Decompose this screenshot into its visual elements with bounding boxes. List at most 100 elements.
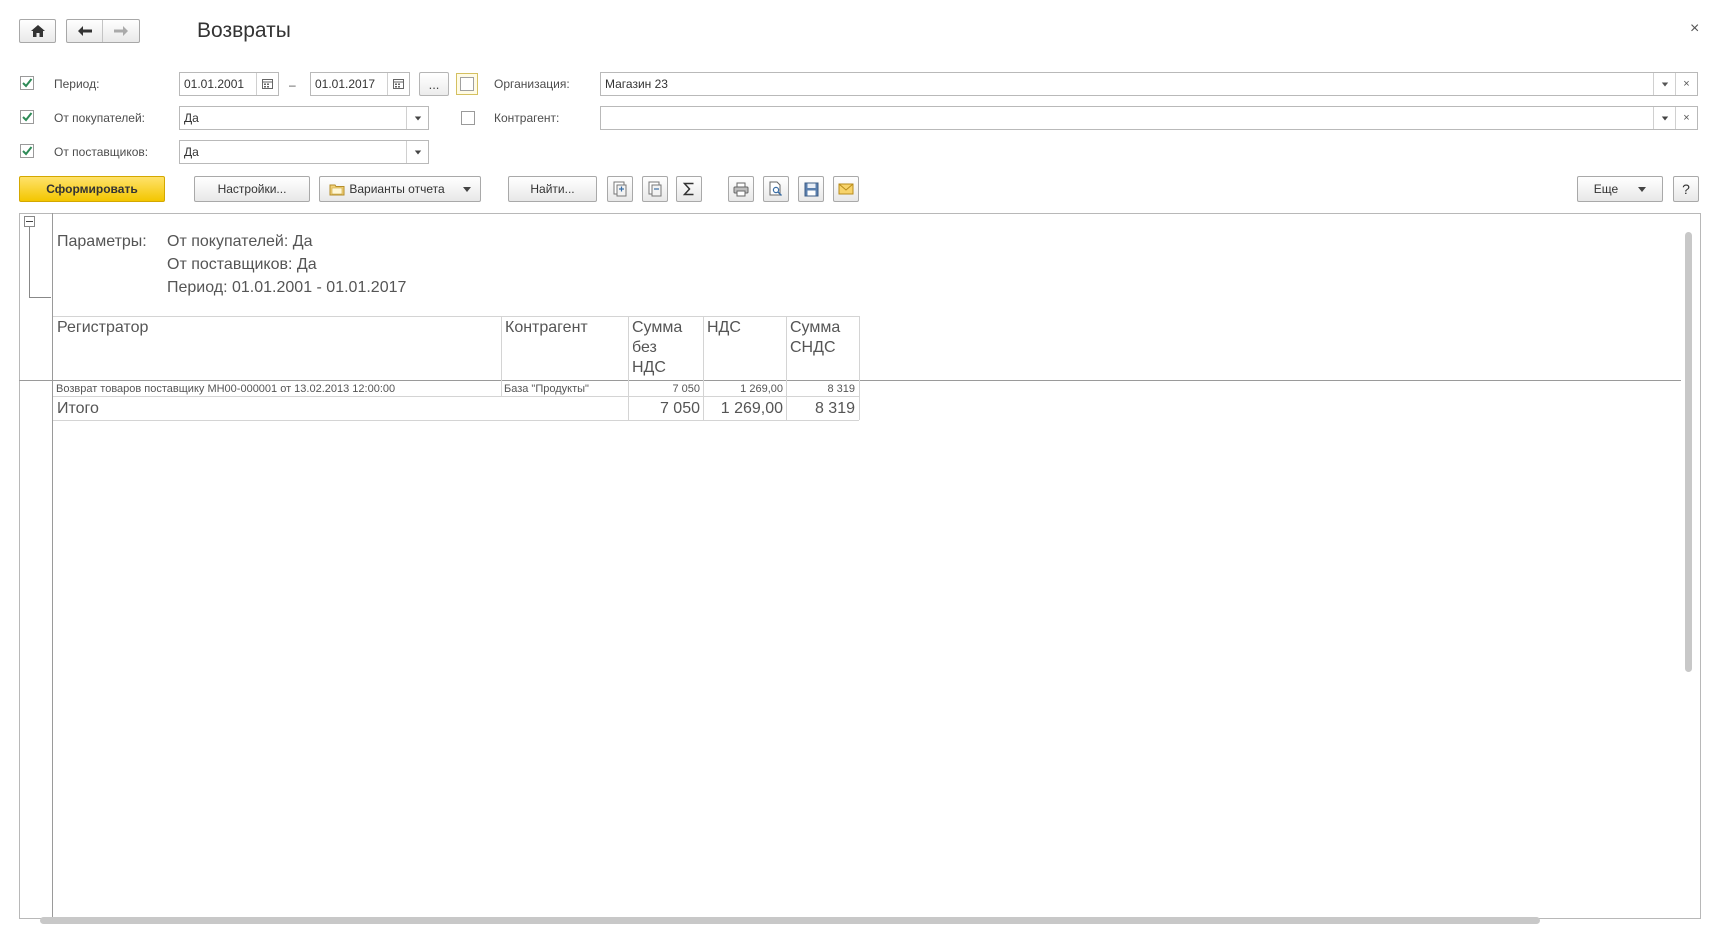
- params-label: Параметры:: [57, 233, 147, 250]
- help-button[interactable]: ?: [1673, 176, 1699, 202]
- horizontal-scrollbar[interactable]: [40, 917, 1540, 924]
- group-bracket: [29, 227, 51, 298]
- header-line: без: [632, 339, 657, 356]
- vertical-scrollbar[interactable]: [1685, 232, 1692, 672]
- from-buyers-checkbox[interactable]: [20, 110, 34, 124]
- column-header-sum-no-vat: Сумма без НДС: [632, 318, 682, 378]
- report-variants-label: Варианты отчета: [349, 182, 445, 196]
- report-area[interactable]: [19, 213, 1701, 919]
- expand-groups-button[interactable]: [607, 176, 633, 202]
- from-buyers-select[interactable]: Да: [179, 106, 429, 130]
- from-suppliers-label: От поставщиков:: [54, 145, 149, 159]
- send-email-button[interactable]: [833, 176, 859, 202]
- folder-icon: [329, 184, 345, 195]
- nav-buttons: [66, 19, 140, 43]
- dropdown-arrow-icon[interactable]: [406, 107, 428, 129]
- header-line: Сумма: [790, 319, 841, 336]
- settings-button[interactable]: Настройки...: [194, 176, 310, 202]
- back-button[interactable]: [67, 20, 104, 42]
- col-divider: [786, 316, 787, 420]
- column-header-vat: НДС: [707, 319, 741, 336]
- clear-icon[interactable]: ×: [1675, 73, 1697, 95]
- row-gutter: [52, 213, 53, 919]
- preview-icon: [769, 181, 782, 196]
- arrow-right-icon: [114, 26, 128, 36]
- generate-button[interactable]: Сформировать: [19, 176, 165, 202]
- more-label: Еще: [1593, 182, 1619, 196]
- total-label: Итого: [57, 400, 99, 417]
- envelope-icon: [838, 183, 854, 195]
- period-select-button[interactable]: ...: [419, 72, 449, 96]
- table-header-border: [19, 380, 1681, 381]
- col-divider: [703, 316, 704, 420]
- organization-value: Магазин 23: [605, 77, 668, 91]
- table-bottom-border: [53, 420, 859, 421]
- header-line: Сумма: [632, 319, 683, 336]
- column-header-sum-with-vat: Сумма СНДС: [790, 318, 840, 358]
- row-registrar[interactable]: Возврат товаров поставщику МН00-000001 о…: [56, 382, 395, 396]
- table-row-border: [53, 396, 859, 397]
- check-icon: [20, 144, 34, 158]
- total-vat: 1 269,00: [720, 400, 783, 417]
- from-buyers-label: От покупателей:: [54, 111, 145, 125]
- period-to-value: 01.01.2017: [315, 77, 376, 91]
- home-button[interactable]: [19, 19, 56, 43]
- expand-icon: [613, 181, 627, 197]
- counterparty-label: Контрагент:: [494, 111, 560, 125]
- home-icon: [30, 25, 45, 37]
- period-label: Период:: [54, 77, 100, 91]
- printer-icon: [733, 182, 749, 196]
- calendar-icon[interactable]: [387, 73, 409, 95]
- period-dash: –: [289, 78, 296, 92]
- column-header-registrar: Регистратор: [57, 319, 149, 336]
- find-button[interactable]: Найти...: [508, 176, 597, 202]
- print-button[interactable]: [728, 176, 754, 202]
- dropdown-arrow-icon[interactable]: [1653, 73, 1675, 95]
- collapse-icon: [648, 181, 662, 197]
- save-button[interactable]: [798, 176, 824, 202]
- more-button[interactable]: Еще: [1577, 176, 1663, 202]
- floppy-disk-icon: [804, 182, 818, 196]
- calendar-icon[interactable]: [256, 73, 278, 95]
- from-buyers-value: Да: [184, 111, 199, 125]
- organization-field[interactable]: Магазин 23 ×: [600, 72, 1698, 96]
- dropdown-arrow-icon[interactable]: [406, 141, 428, 163]
- counterparty-checkbox[interactable]: [461, 111, 475, 125]
- clear-icon[interactable]: ×: [1675, 107, 1697, 129]
- counterparty-field[interactable]: ×: [600, 106, 1698, 130]
- forward-button[interactable]: [103, 20, 139, 42]
- col-divider: [628, 316, 629, 420]
- from-suppliers-value: Да: [184, 145, 199, 159]
- row-vat: 1 269,00: [740, 383, 783, 395]
- page-title: Возвраты: [197, 19, 291, 42]
- header-line: НДС: [632, 359, 666, 376]
- period-from-field[interactable]: 01.01.2001: [179, 72, 279, 96]
- collapse-groups-button[interactable]: [642, 176, 668, 202]
- total-sum-with-vat: 8 319: [814, 400, 855, 417]
- preview-button[interactable]: [763, 176, 789, 202]
- row-sum-no-vat: 7 050: [672, 383, 700, 395]
- column-header-counterparty: Контрагент: [505, 319, 588, 336]
- period-to-field[interactable]: 01.01.2017: [310, 72, 410, 96]
- header-line: СНДС: [790, 339, 836, 356]
- param-line: Период: 01.01.2001 - 01.01.2017: [167, 279, 407, 296]
- caret-down-icon: [462, 186, 471, 192]
- caret-down-icon: [1638, 186, 1647, 192]
- group-collapse-toggle[interactable]: [24, 216, 35, 227]
- row-sum-with-vat: 8 319: [827, 383, 855, 395]
- param-line: От покупателей: Да: [167, 233, 313, 250]
- report-variants-button[interactable]: Варианты отчета: [319, 176, 481, 202]
- param-line: От поставщиков: Да: [167, 256, 317, 273]
- col-divider: [859, 316, 860, 420]
- col-divider: [501, 316, 502, 396]
- close-icon[interactable]: ×: [1690, 20, 1699, 38]
- sum-button[interactable]: [676, 176, 702, 202]
- total-sum-no-vat: 7 050: [659, 400, 700, 417]
- from-suppliers-select[interactable]: Да: [179, 140, 429, 164]
- from-suppliers-checkbox[interactable]: [20, 144, 34, 158]
- organization-checkbox[interactable]: [456, 73, 478, 95]
- row-counterparty[interactable]: База "Продукты": [504, 382, 589, 396]
- dropdown-arrow-icon[interactable]: [1653, 107, 1675, 129]
- table-top-border: [53, 316, 859, 317]
- period-checkbox[interactable]: [20, 76, 34, 90]
